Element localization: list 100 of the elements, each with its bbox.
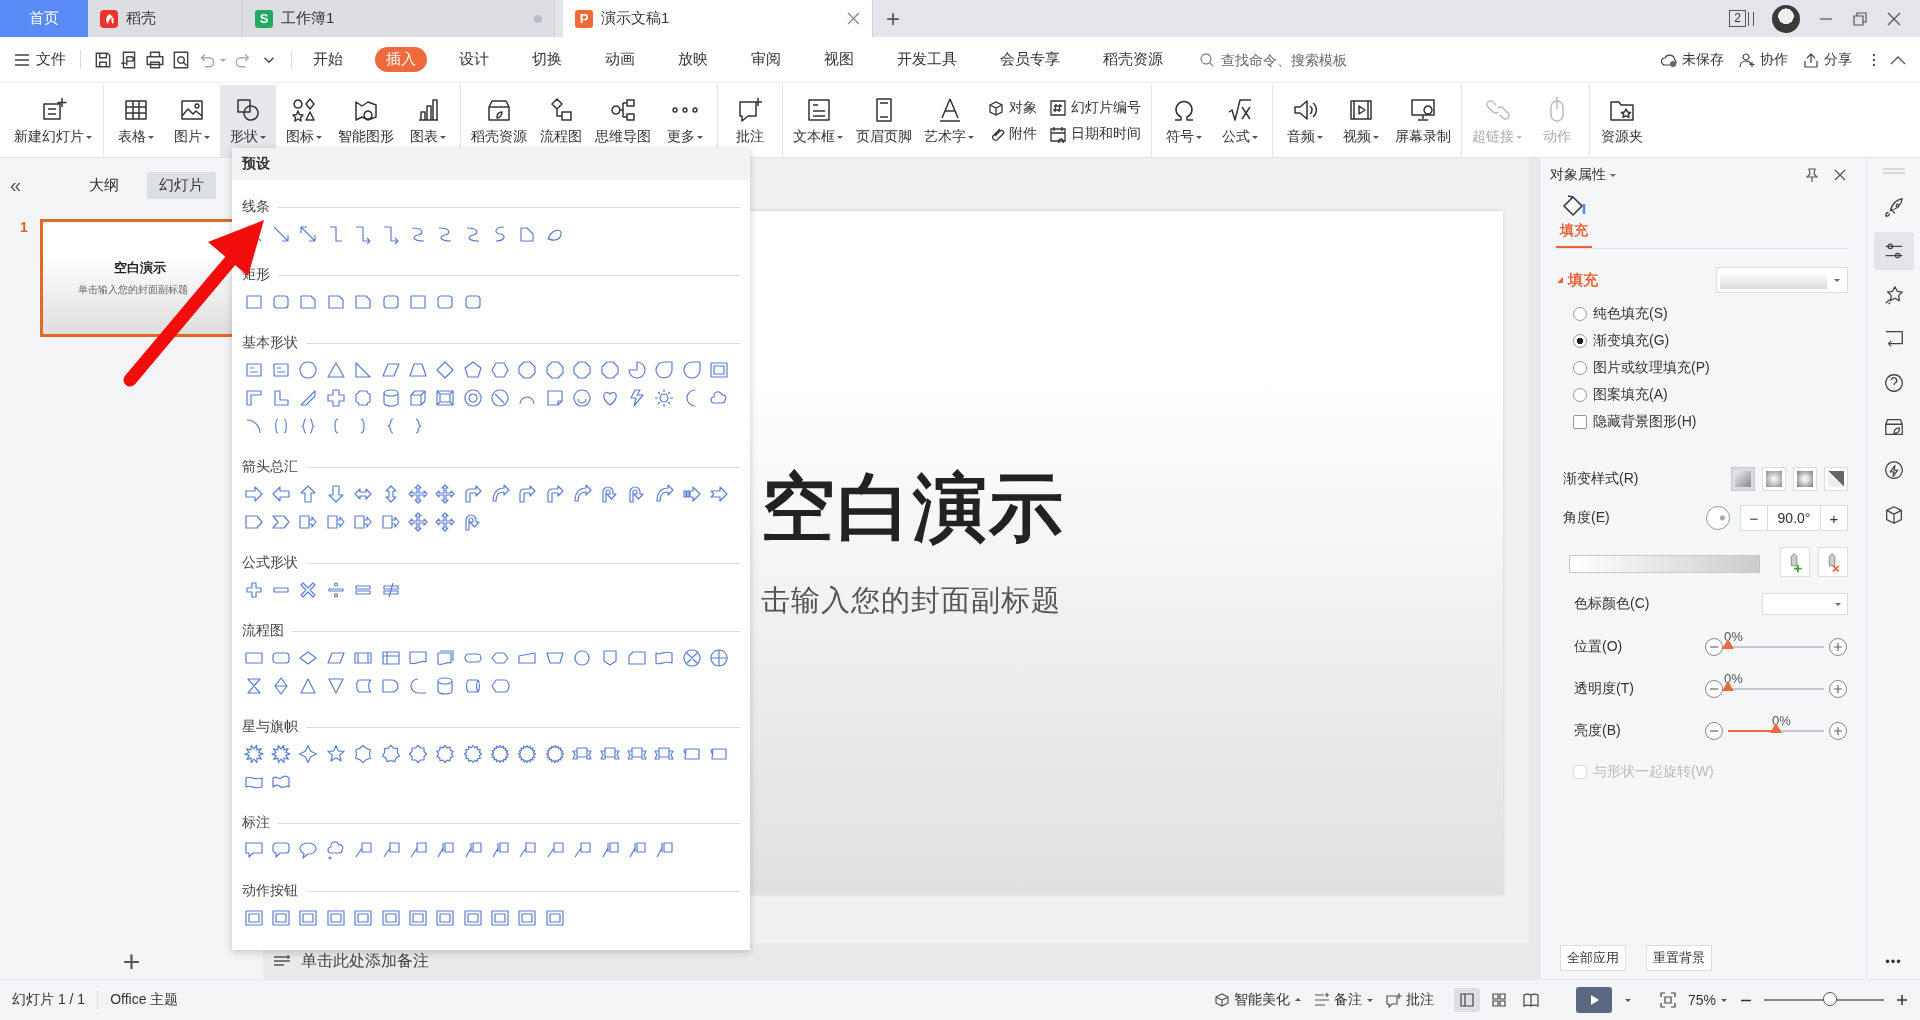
zoom-dropdown[interactable]: 75%: [1687, 992, 1728, 1008]
slide-title: 空白演示: [761, 465, 1065, 551]
more-button[interactable]: •••: [1885, 954, 1902, 969]
button-label: 幻灯片编号: [1071, 99, 1141, 117]
button-label: 表格: [117, 128, 146, 146]
toolbar-action[interactable]: 未保存: [1660, 50, 1724, 69]
ribbon-button[interactable]: 幻灯片编号: [1049, 99, 1141, 117]
button-label: 对象: [1009, 99, 1037, 117]
button-label: 稻壳资源: [471, 128, 527, 146]
menu-tab[interactable]: 放映: [667, 47, 719, 72]
button-label: 图表: [409, 128, 438, 146]
ribbon-button[interactable]: 日期和时间: [1049, 125, 1141, 143]
menu-header: 预设: [232, 148, 750, 180]
thumbnail-subtitle: 单击输入您的封面副标题: [78, 283, 188, 297]
toolbar-action[interactable]: 协作: [1738, 50, 1788, 69]
button-label: 智能图形: [338, 128, 394, 146]
ribbon-button[interactable]: 艺术字: [918, 85, 981, 157]
option-label: 渐变填充(G): [1593, 332, 1670, 350]
slider-reading: 0%: [1772, 713, 1791, 728]
ribbon-button[interactable]: 新建幻灯片: [8, 85, 99, 157]
ribbon-button[interactable]: 对象: [987, 99, 1037, 117]
file-menu[interactable]: 文件: [14, 50, 81, 69]
radio-option[interactable]: 渐变填充(G): [1573, 332, 1848, 350]
menu-tab[interactable]: 开发工具: [886, 47, 968, 72]
notes-bar[interactable]: 单击此处添加备注: [263, 943, 1539, 979]
ribbon-button[interactable]: 附件: [987, 125, 1037, 143]
button-label: 新建幻灯片: [14, 128, 84, 146]
field-label: 角度(E): [1563, 509, 1610, 527]
panel-title[interactable]: 对象属性: [1550, 166, 1617, 184]
button-label: 流程图: [540, 128, 582, 146]
ribbon-button[interactable]: 文本框: [787, 85, 850, 157]
button-label: 动作: [1543, 128, 1571, 146]
tab-label: 演示文稿1: [601, 9, 671, 28]
ribbon-button[interactable]: 形状: [220, 85, 276, 157]
slide-counter: 幻灯片 1 / 1: [12, 991, 86, 1009]
app-logo: P: [575, 9, 593, 28]
action-label: 未保存: [1682, 50, 1724, 69]
button-label: 批注: [736, 128, 764, 146]
angle-stepper[interactable]: − 90.0° +: [1740, 505, 1848, 531]
panel-tab[interactable]: 大纲: [77, 172, 132, 199]
checkbox-option[interactable]: 隐藏背景图形(H): [1573, 413, 1848, 431]
button-label: 更多: [666, 128, 695, 146]
add-slide-button[interactable]: +: [122, 947, 141, 977]
menu-tab[interactable]: 开始: [302, 47, 354, 72]
menu-tab[interactable]: 设计: [448, 47, 500, 72]
slider-reading: 0%: [1724, 629, 1743, 644]
ribbon-button[interactable]: 页眉页脚: [850, 85, 918, 157]
field-label: 位置(O): [1574, 638, 1623, 656]
menu-tab[interactable]: 切换: [521, 47, 573, 72]
tab-label: 工作簿1: [281, 9, 336, 28]
option-label: 与形状一起旋转(W): [1593, 763, 1714, 781]
button-label: 日期和时间: [1071, 125, 1141, 143]
slide-subtitle: 击输入您的封面副标题: [761, 583, 1061, 618]
button-label: 资源夹: [1601, 128, 1643, 146]
ribbon-button[interactable]: 表格: [108, 85, 164, 157]
ribbon-button[interactable]: 符号: [1156, 85, 1212, 157]
app-logo: S: [255, 9, 273, 28]
radio-option[interactable]: 图案填充(A): [1573, 386, 1848, 404]
ribbon-button[interactable]: 图片: [164, 85, 220, 157]
panel-button[interactable]: 全部应用: [1560, 945, 1626, 971]
menu-tab[interactable]: 审阅: [740, 47, 792, 72]
button-label: 形状: [229, 128, 258, 146]
document-tab[interactable]: S 工作簿1: [243, 0, 555, 37]
button-label: 公式: [1221, 128, 1250, 146]
panel-tab[interactable]: 幻灯片: [147, 172, 217, 199]
button-label: 页眉页脚: [856, 128, 912, 146]
menu-tab[interactable]: 会员专享: [989, 47, 1071, 72]
decrement-button[interactable]: −: [1741, 506, 1767, 530]
menu-tab[interactable]: 视图: [813, 47, 865, 72]
theme-name[interactable]: Office 主题: [97, 991, 179, 1009]
collapse-button[interactable]: «: [10, 174, 22, 197]
beautify-button[interactable]: 智能美化: [1213, 991, 1302, 1009]
document-tab[interactable]: 稻壳: [88, 0, 243, 37]
ribbon-button[interactable]: 资源夹: [1594, 85, 1650, 157]
button-label: 图标: [285, 128, 314, 146]
button-label: 思维导图: [595, 128, 651, 146]
notes-button[interactable]: 备注: [1313, 991, 1374, 1009]
ribbon-button[interactable]: 屏幕录制: [1389, 85, 1457, 157]
document-tab[interactable]: P 演示文稿1: [563, 0, 873, 37]
section-title: 流程图: [242, 622, 284, 640]
angle-value: 90.0°: [1767, 506, 1821, 530]
menu-tab[interactable]: 动画: [594, 47, 646, 72]
menu-tab[interactable]: 稻壳资源: [1092, 47, 1174, 72]
radio-option[interactable]: 图片或纹理填充(P): [1573, 359, 1848, 377]
tab-label: 稻壳: [126, 9, 157, 28]
radio-option[interactable]: 纯色填充(S): [1573, 305, 1848, 323]
new-tab-button[interactable]: +: [873, 0, 913, 37]
panel-button[interactable]: 重置背景: [1646, 945, 1712, 971]
section-title: 线条: [242, 198, 270, 216]
ribbon-button[interactable]: 公式: [1212, 85, 1268, 157]
button-label: 屏幕录制: [1395, 128, 1451, 146]
field-label: 亮度(B): [1574, 722, 1621, 740]
ribbon-button[interactable]: 视频: [1333, 85, 1389, 157]
action-label: 分享: [1824, 50, 1852, 69]
toolbar-action[interactable]: 分享: [1802, 50, 1852, 69]
increment-button[interactable]: +: [1821, 506, 1847, 530]
option-label: 纯色填充(S): [1593, 305, 1668, 323]
comments-button[interactable]: 批注: [1385, 991, 1434, 1009]
search-field[interactable]: 查找命令、搜索模板: [1199, 50, 1393, 69]
ribbon-button[interactable]: 音频: [1277, 85, 1333, 157]
